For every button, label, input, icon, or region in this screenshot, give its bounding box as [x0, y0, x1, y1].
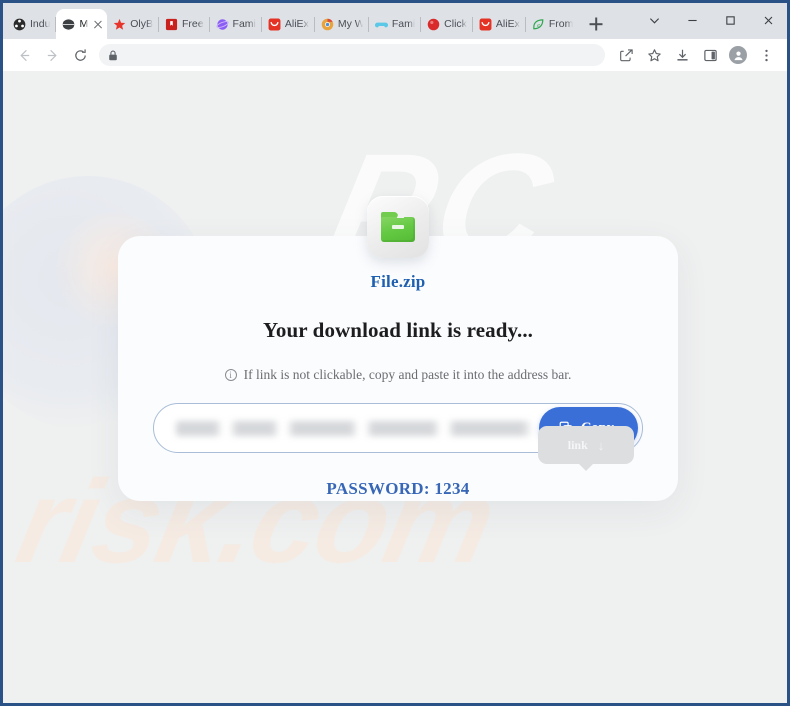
hint-row: i If link is not clickable, copy and pas… [224, 367, 572, 383]
window-controls [635, 3, 787, 37]
tooltip-label: link [567, 437, 588, 452]
browser-toolbar [3, 39, 787, 71]
globe-icon [62, 17, 76, 31]
document-icon [165, 18, 178, 31]
gamepad-icon [374, 18, 388, 31]
tab-title: Fami [391, 18, 416, 30]
lock-icon [108, 50, 118, 61]
tab-title: AliEx [284, 18, 309, 30]
browser-tab[interactable]: M [56, 9, 108, 39]
e-leaf-icon: e [532, 18, 545, 31]
zip-folder-icon [367, 196, 429, 258]
browser-tab[interactable]: Free [159, 9, 210, 39]
browser-tab[interactable]: AliEx [262, 9, 315, 39]
bookmark-star-icon[interactable] [641, 42, 667, 68]
browser-tab[interactable]: Fami [210, 9, 262, 39]
svg-text:e: e [537, 22, 540, 28]
browser-tab[interactable]: Click [421, 9, 473, 39]
page-title: Your download link is ready... [262, 318, 534, 342]
planet-icon [215, 18, 229, 31]
film-reel-icon [13, 18, 26, 31]
red-circle-icon [427, 18, 440, 31]
profile-avatar[interactable] [725, 42, 751, 68]
forward-button[interactable] [39, 42, 65, 68]
page-viewport: PC risk.com File.zip Your download link … [3, 71, 787, 703]
tab-title: OlyB [130, 18, 153, 30]
tab-title: M [79, 18, 89, 30]
avatar [729, 46, 747, 64]
tab-title: Click [444, 18, 467, 30]
browser-tab[interactable]: OlyB [107, 9, 159, 39]
tab-title: From [548, 18, 574, 30]
tab-title: My W [337, 18, 363, 30]
three-dot-menu-icon[interactable] [753, 42, 779, 68]
tab-title: Fami [232, 18, 256, 30]
address-bar[interactable] [99, 44, 605, 66]
browser-tab[interactable]: AliEx [473, 9, 526, 39]
downloads-icon[interactable] [669, 42, 695, 68]
aliexpress-icon [479, 18, 492, 31]
star-icon [113, 18, 126, 31]
share-icon[interactable] [613, 42, 639, 68]
tab-title: AliEx [495, 18, 520, 30]
close-button[interactable] [749, 3, 787, 37]
info-circle-icon: i [224, 369, 237, 381]
download-link-tooltip: link ↓ [538, 426, 634, 464]
browser-tab[interactable]: My W [315, 9, 369, 39]
chrome-icon [321, 18, 334, 31]
browser-chrome: Indu M OlyB Free Fami AliEx My W Fami Click AliEx… [3, 3, 787, 71]
download-arrow-icon: ↓ [597, 437, 605, 453]
browser-tab[interactable]: Fami [369, 9, 422, 39]
reload-button[interactable] [67, 42, 93, 68]
side-panel-icon[interactable] [697, 42, 723, 68]
minimize-button[interactable] [673, 3, 711, 37]
password-text: PASSWORD: 1234 [326, 479, 470, 498]
hint-text: If link is not clickable, copy and paste… [243, 367, 572, 382]
tab-close-icon[interactable] [92, 18, 104, 30]
aliexpress-icon [268, 18, 281, 31]
download-link-input[interactable] [176, 420, 533, 436]
tab-title: Free [181, 18, 204, 30]
new-tab-button[interactable] [583, 11, 609, 37]
tab-title: Indu [30, 18, 51, 30]
back-button[interactable] [11, 42, 37, 68]
maximize-button[interactable] [711, 3, 749, 37]
tab-search-chevron-icon[interactable] [635, 3, 673, 37]
browser-window: Indu M OlyB Free Fami AliEx My W Fami Click AliEx… [0, 0, 790, 706]
browser-tab[interactable]: Indu [7, 9, 57, 39]
file-name: File.zip [370, 272, 426, 291]
browser-tab[interactable]: e From [526, 9, 580, 39]
